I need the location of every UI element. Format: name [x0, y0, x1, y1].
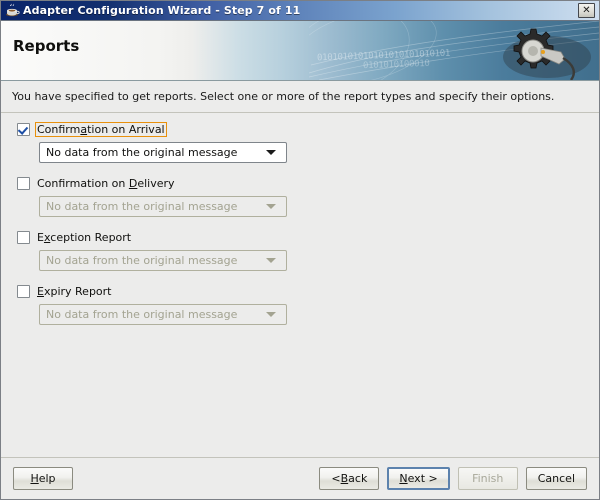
- option-group-expiry-report: Expiry Report No data from the original …: [13, 283, 587, 325]
- java-coffee-cup-icon: [4, 3, 20, 19]
- chevron-down-icon: [266, 258, 276, 263]
- label-mnemonic: B: [340, 472, 349, 485]
- combo-confirmation-on-delivery: No data from the original message: [39, 196, 287, 217]
- label-part-after: ext >: [407, 472, 438, 485]
- label-part-before: Confirmation on: [37, 177, 129, 190]
- cancel-button[interactable]: Cancel: [525, 467, 587, 490]
- checkbox-label-exception-report[interactable]: Exception Report: [35, 230, 133, 245]
- next-button[interactable]: Next >: [387, 467, 450, 490]
- page-title: Reports: [13, 37, 80, 55]
- navigation-buttons: < Back Next > Finish Cancel: [319, 467, 587, 490]
- option-group-exception-report: Exception Report No data from the origin…: [13, 229, 587, 271]
- instruction-text: You have specified to get reports. Selec…: [1, 81, 599, 113]
- chevron-down-icon[interactable]: [266, 150, 276, 155]
- chevron-down-icon: [266, 312, 276, 317]
- checkbox-label-confirmation-on-delivery[interactable]: Confirmation on Delivery: [35, 176, 177, 191]
- checkbox-expiry-report[interactable]: [17, 285, 30, 298]
- label-mnemonic: N: [399, 472, 408, 485]
- combo-value: No data from the original message: [46, 254, 238, 267]
- label-part-after: tion on Arrival: [87, 123, 165, 136]
- combo-value: No data from the original message: [46, 308, 238, 321]
- checkbox-row-expiry-report[interactable]: Expiry Report: [17, 283, 587, 300]
- label-part-before: E: [37, 231, 44, 244]
- finish-button: Finish: [457, 467, 518, 490]
- label-part-after: ception Report: [50, 231, 132, 244]
- close-icon[interactable]: ✕: [578, 3, 595, 18]
- checkbox-label-expiry-report[interactable]: Expiry Report: [35, 284, 114, 299]
- label-part-before: <: [331, 472, 341, 485]
- option-group-confirmation-on-delivery: Confirmation on Delivery No data from th…: [13, 175, 587, 217]
- combo-expiry-report: No data from the original message: [39, 304, 287, 325]
- label-part-after: elivery: [137, 177, 175, 190]
- wizard-window: Adapter Configuration Wizard - Step 7 of…: [0, 0, 600, 500]
- chevron-down-icon: [266, 204, 276, 209]
- checkbox-row-exception-report[interactable]: Exception Report: [17, 229, 587, 246]
- wizard-banner: Reports 01010101010101010101010101 01010…: [1, 21, 599, 81]
- checkbox-confirmation-on-delivery[interactable]: [17, 177, 30, 190]
- label-part-after: elp: [38, 472, 56, 485]
- combo-value: No data from the original message: [46, 146, 238, 159]
- gear-and-wrench-icon: 01010101010101010101010101 0101010100010: [288, 21, 599, 80]
- help-button[interactable]: Help: [13, 467, 73, 490]
- combo-exception-report: No data from the original message: [39, 250, 287, 271]
- label-mnemonic: H: [30, 472, 39, 485]
- checkbox-confirmation-on-arrival[interactable]: [17, 123, 30, 136]
- checkbox-row-confirmation-on-delivery[interactable]: Confirmation on Delivery: [17, 175, 587, 192]
- options-panel: Confirmation on Arrival No data from the…: [1, 113, 599, 457]
- option-group-confirmation-on-arrival: Confirmation on Arrival No data from the…: [13, 121, 587, 163]
- label-part-after: xpiry Report: [43, 285, 112, 298]
- title-bar: Adapter Configuration Wizard - Step 7 of…: [1, 1, 599, 21]
- checkbox-label-confirmation-on-arrival[interactable]: Confirmation on Arrival: [35, 122, 167, 137]
- checkbox-row-confirmation-on-arrival[interactable]: Confirmation on Arrival: [17, 121, 587, 138]
- label-part-after: ack: [348, 472, 368, 485]
- combo-confirmation-on-arrival[interactable]: No data from the original message: [39, 142, 287, 163]
- checkbox-exception-report[interactable]: [17, 231, 30, 244]
- window-title: Adapter Configuration Wizard - Step 7 of…: [23, 4, 301, 17]
- label-part-before: Confirm: [37, 123, 81, 136]
- back-button[interactable]: < Back: [319, 467, 380, 490]
- label-mnemonic: E: [37, 285, 44, 298]
- dialog-button-bar: Help < Back Next > Finish Cancel: [1, 457, 599, 499]
- combo-value: No data from the original message: [46, 200, 238, 213]
